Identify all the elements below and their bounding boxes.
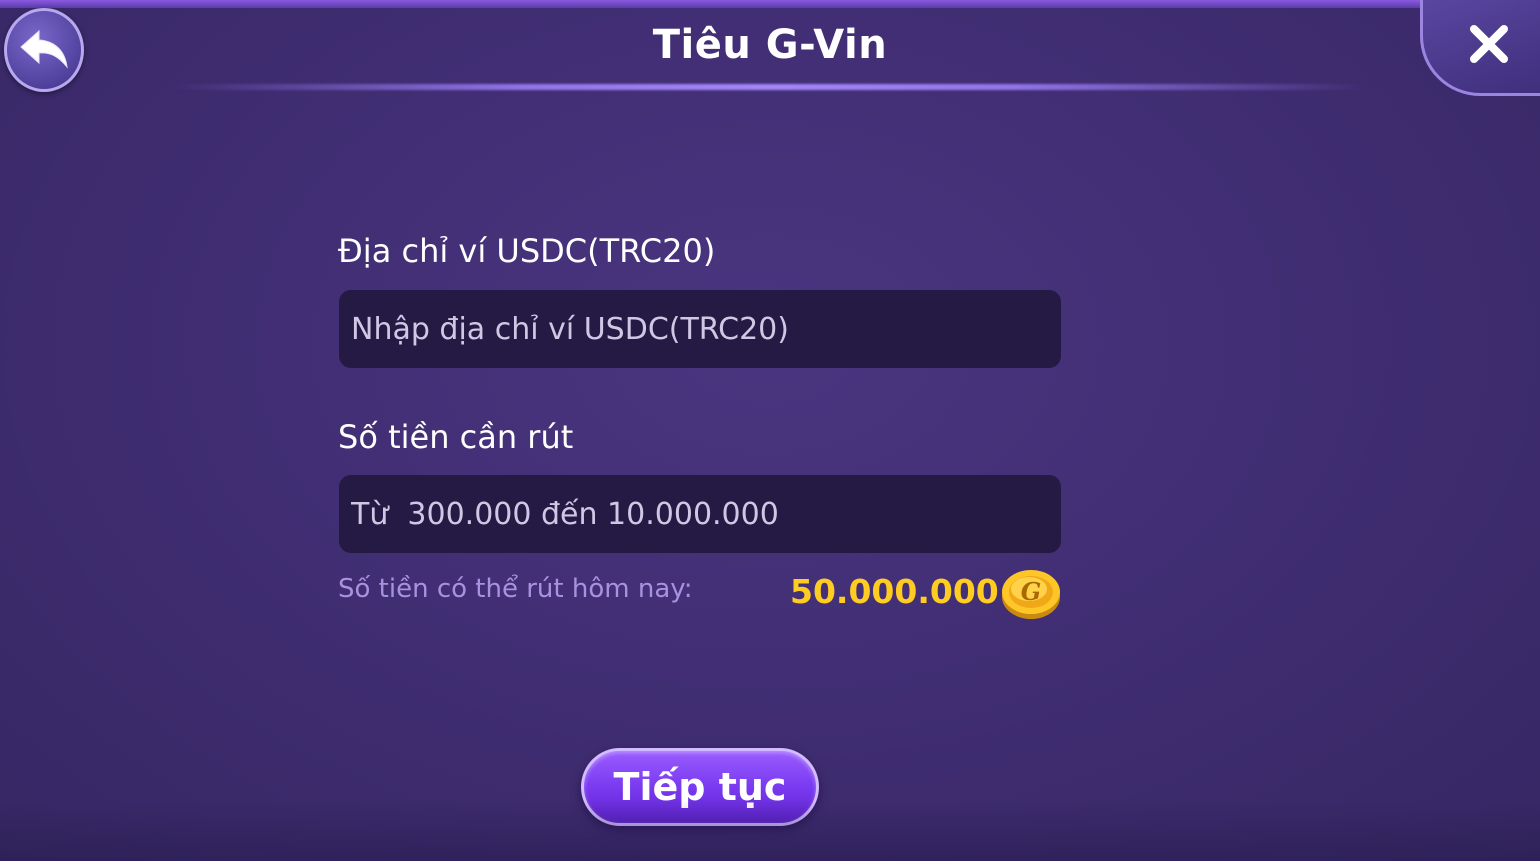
close-button[interactable]: [1420, 0, 1540, 96]
withdraw-dialog: Tiêu G-Vin Địa chỉ ví USDC(TRC20) Số tiề…: [0, 0, 1540, 861]
continue-button[interactable]: Tiếp tục: [581, 748, 819, 826]
gold-coin-icon: G: [1002, 570, 1060, 619]
daily-limit-label: Số tiền có thể rút hôm nay:: [338, 574, 693, 604]
page-title: Tiêu G-Vin: [652, 22, 888, 68]
header-divider: [170, 84, 1370, 90]
daily-limit-value: 50.000.000: [790, 572, 999, 611]
close-icon: [1470, 25, 1508, 63]
svg-text:G: G: [1021, 577, 1042, 606]
withdraw-amount-label: Số tiền cần rút: [338, 418, 574, 456]
top-border: [0, 0, 1540, 8]
wallet-address-input[interactable]: [339, 290, 1061, 368]
withdraw-amount-input[interactable]: [339, 475, 1061, 553]
wallet-address-label: Địa chỉ ví USDC(TRC20): [338, 232, 716, 270]
